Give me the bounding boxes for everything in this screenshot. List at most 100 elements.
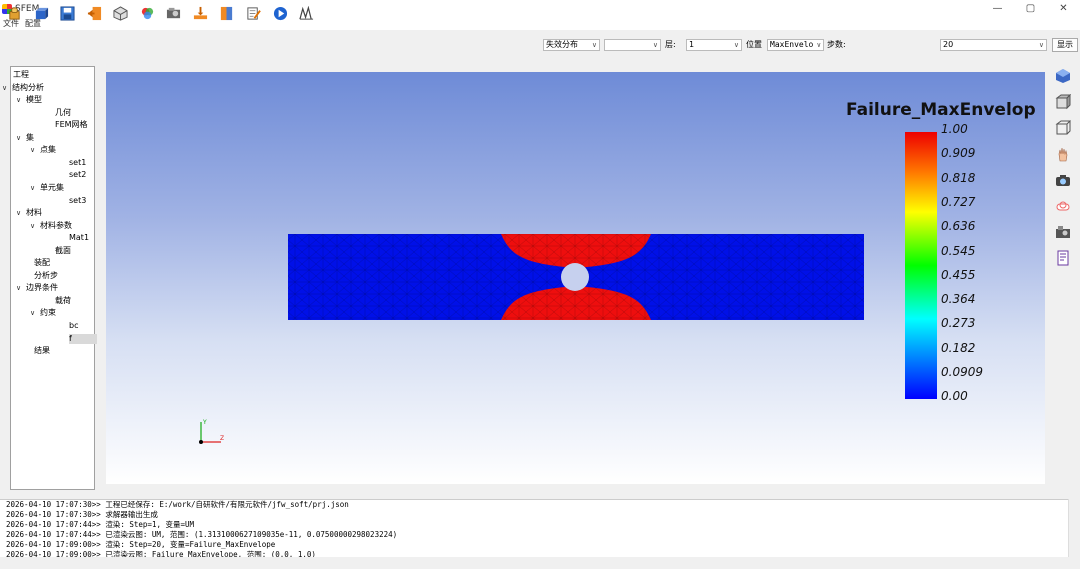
tree-node-label: 载荷 (55, 295, 71, 305)
viewport-3d[interactable]: Y Z Failure_MaxEnvelop 1.00 0.909 0.818 0.7… (106, 72, 1045, 484)
save-model-icon[interactable] (34, 6, 49, 21)
screenshot-icon[interactable] (1055, 224, 1071, 240)
tree-node-label: bc (69, 321, 79, 330)
edit-icon[interactable] (246, 6, 261, 21)
book-icon[interactable] (219, 6, 234, 21)
tree-node[interactable]: 分析步 (34, 271, 58, 281)
project-tree: 工程 ∨ 结构分析 ∨ 模型 几何 FEM网格 ∨ 集 ∨ 点集 set1 set2 ∨ 单元集 set3 ∨ 材… (2, 66, 97, 490)
minimize-button[interactable]: — (981, 0, 1014, 17)
tree-node-label: 几何 (55, 107, 71, 117)
view-iso-icon[interactable] (1055, 68, 1071, 84)
tree-node-label: 装配 (34, 258, 50, 268)
maximize-button[interactable]: ▢ (1014, 0, 1047, 17)
mesh-icon[interactable] (113, 6, 128, 21)
tree-node[interactable]: ∨ 边界条件 (16, 283, 58, 293)
result-sub-select[interactable]: ∨ (604, 39, 661, 51)
chevron-down-icon[interactable]: ∨ (16, 95, 26, 105)
solver-icon[interactable] (166, 6, 181, 21)
log-console[interactable]: 2026-04-10 17:07:30>> 工程已经保存: E:/work/自研… (0, 499, 1068, 557)
tree-node[interactable]: ∨ 材料参数 (30, 221, 72, 231)
log-line: 2026-04-10 17:07:30>> 工程已经保存: E:/work/自研… (6, 500, 349, 509)
tree-node[interactable]: ∨ 集 (16, 133, 34, 143)
import-icon[interactable] (87, 6, 102, 21)
report-icon[interactable] (1055, 250, 1071, 266)
chevron-down-icon[interactable]: ∨ (16, 208, 26, 218)
hand-icon[interactable] (1055, 146, 1071, 162)
open-project-icon[interactable] (7, 6, 22, 21)
show-button[interactable]: 显示 (1052, 38, 1078, 52)
tree-node[interactable]: f (69, 333, 97, 344)
log-line: 2026-04-10 17:07:30>> 求解器输出生成 (6, 510, 158, 519)
tree-node-label: 材料参数 (40, 220, 72, 230)
play-icon[interactable] (273, 6, 288, 21)
tree-node[interactable]: Mat1 (69, 233, 89, 243)
tree-node-label: 结果 (34, 346, 50, 356)
layer-label: 层: (665, 40, 676, 49)
axis-y-label: Y (202, 419, 207, 426)
tree-node-label: set2 (69, 170, 87, 180)
axis-triad: Y Z (199, 419, 224, 444)
tree-node[interactable]: 截面 (55, 246, 71, 256)
legend-tick-label: 0.273 (941, 316, 976, 331)
result-type-select[interactable]: 失效分布 ∨ (543, 39, 600, 51)
tree-node-label: 约束 (40, 308, 56, 318)
step-select[interactable]: 20 ∨ (940, 39, 1047, 51)
chevron-down-icon[interactable]: ∨ (30, 221, 40, 231)
legend-title: Failure_MaxEnvelop (846, 100, 1036, 120)
chevron-down-icon[interactable]: ∨ (30, 308, 40, 318)
tree-node[interactable]: set2 (69, 170, 86, 180)
tree-node[interactable]: 装配 (34, 258, 50, 268)
tree-node[interactable]: bc (69, 321, 78, 331)
tree-node[interactable]: 几何 (55, 108, 71, 118)
legend-tick-label: 0.727 (941, 194, 976, 209)
load-icon[interactable] (193, 6, 208, 21)
view-front-icon[interactable] (1055, 94, 1071, 110)
tree-node[interactable]: 结果 (34, 346, 50, 356)
log-line: 2026-04-10 17:07:44>> 渲染: Step=1, 变量=UM (6, 520, 195, 529)
position-select[interactable]: MaxEnvelo ∨ (767, 39, 824, 51)
axis-z-label: Z (220, 435, 224, 442)
chevron-down-icon[interactable]: ∨ (30, 145, 40, 155)
tree-node[interactable]: set3 (69, 196, 86, 206)
chevron-down-icon[interactable]: ∨ (30, 183, 40, 193)
tree-node-label: Mat1 (69, 233, 90, 243)
step-label: 步数: (827, 40, 846, 49)
tree-node[interactable]: ∨ 约束 (30, 308, 56, 318)
legend-tick-label: 0.182 (941, 340, 976, 355)
chevron-down-icon[interactable]: ∨ (2, 83, 12, 93)
chevron-down-icon[interactable]: ∨ (16, 133, 26, 143)
tree-node[interactable]: ∨ 点集 (30, 145, 56, 155)
tree-node-label: 工程 (13, 70, 29, 79)
eraser-icon[interactable] (1055, 198, 1071, 214)
tree-node-label: 边界条件 (26, 283, 58, 293)
tree-node[interactable]: ∨ 模型 (16, 95, 42, 105)
view-wire-icon[interactable] (1055, 120, 1071, 136)
toolbar (0, 31, 1080, 60)
log-line: 2026-04-10 17:09:00>> 渲染: Step=20, 变量=Fa… (6, 540, 276, 549)
close-button[interactable]: ✕ (1047, 0, 1080, 17)
legend-tick-label: 0.545 (941, 243, 976, 258)
tree-node[interactable]: FEM网格 (55, 120, 88, 130)
legend-tick-label: 0.0909 (941, 365, 983, 379)
save-icon[interactable] (60, 6, 75, 21)
camera-icon[interactable] (1055, 172, 1071, 188)
chevron-down-icon[interactable]: ∨ (16, 283, 26, 293)
tree-node[interactable]: ∨ 结构分析 (2, 83, 44, 93)
tree-node[interactable]: 载荷 (55, 296, 71, 306)
tree-node[interactable]: set1 (69, 158, 86, 168)
tree-node-label: 点集 (40, 145, 56, 155)
tree-node[interactable]: ∨ 单元集 (30, 183, 64, 193)
material-icon[interactable] (140, 6, 155, 21)
legend-tick-label: 0.909 (941, 146, 976, 161)
specimen-plate (288, 234, 864, 320)
layer-select[interactable]: 1 ∨ (686, 39, 742, 51)
menu-bar: 文件 配置 (0, 17, 1080, 30)
chart-icon[interactable] (299, 6, 314, 21)
legend-tick-label: 0.364 (941, 292, 976, 307)
tree-node-label: FEM网格 (55, 120, 88, 130)
tree-node[interactable]: 工程 (13, 70, 29, 80)
legend-tick-label: 1.00 (941, 122, 968, 136)
console-scrollbar[interactable] (1068, 499, 1080, 557)
tree-node[interactable]: ∨ 材料 (16, 208, 42, 218)
position-label: 位置 (746, 40, 762, 49)
